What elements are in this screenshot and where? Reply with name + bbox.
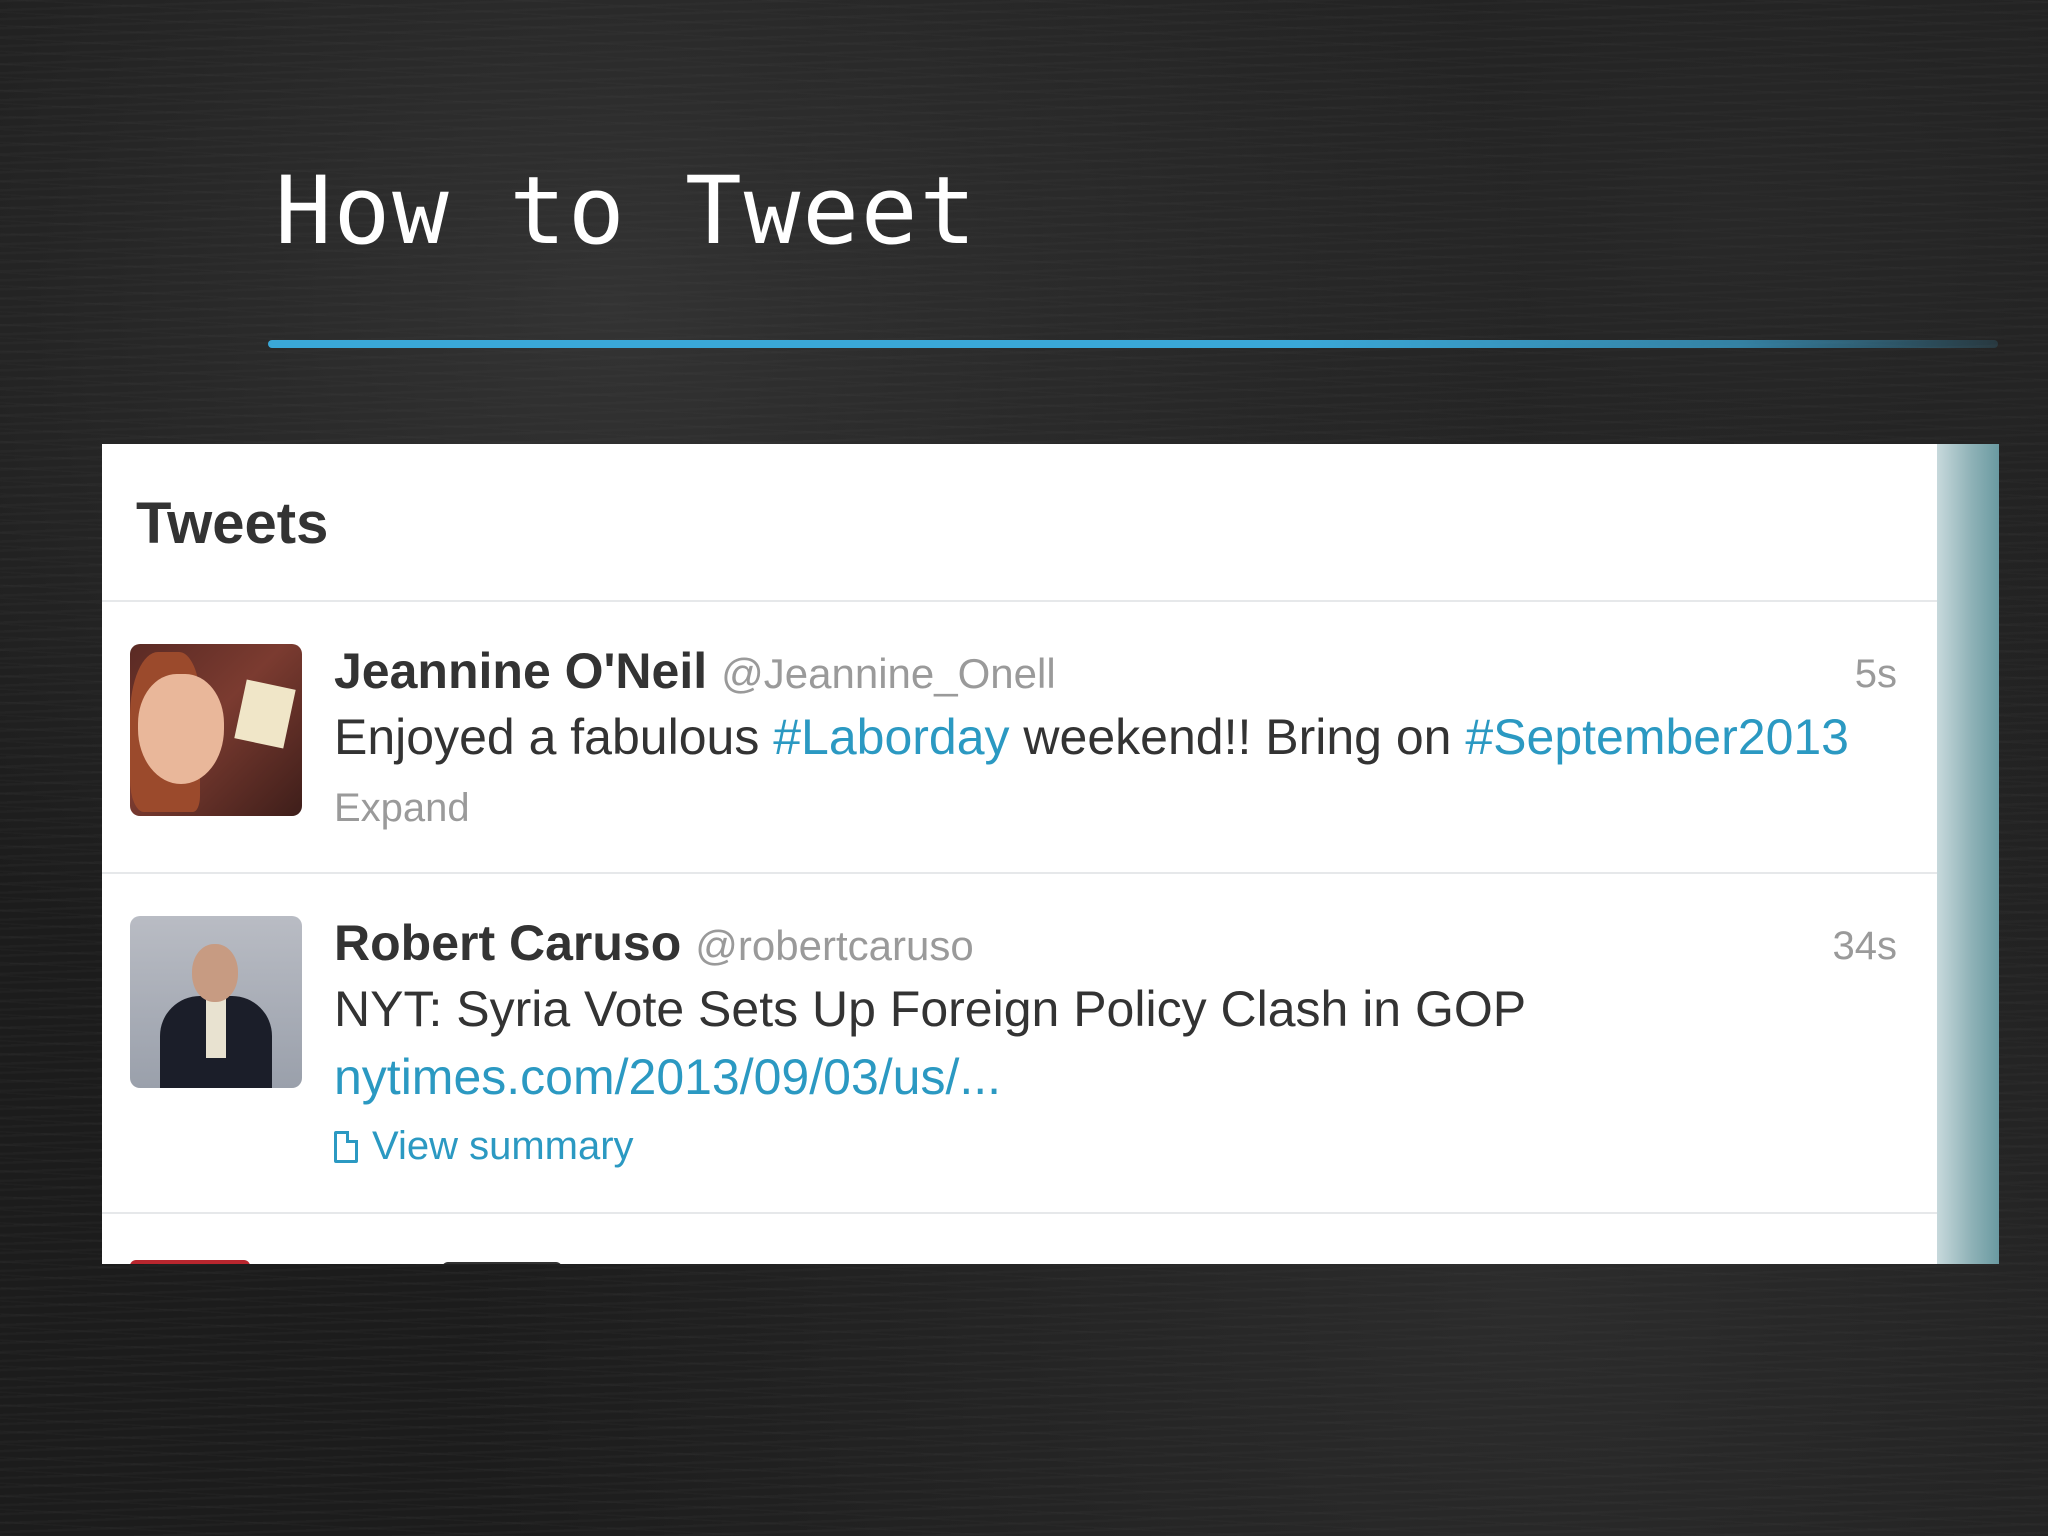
tweet-author: Jeannine O'Neil @Jeannine_Onell [334, 642, 1056, 700]
tweet-text: Enjoyed a fabulous #Laborday weekend!! B… [334, 708, 1849, 766]
slide-title: How to Tweet [275, 157, 979, 266]
tweet-author-name[interactable]: Jeannine O'Neil [334, 643, 707, 699]
hashtag-link[interactable]: #Laborday [773, 709, 1009, 765]
scrollbar[interactable] [1937, 444, 1999, 1264]
tweet-author-handle[interactable]: @Jeannine_Onell [721, 650, 1056, 697]
tweets-panel: Tweets Jeannine O'Neil @Jeannine_Onell 5s… [102, 444, 1999, 1264]
document-icon [334, 1130, 358, 1163]
tweet-timestamp[interactable]: 5s [1855, 652, 1897, 697]
tweet-author-name-clipped [442, 1262, 562, 1264]
avatar [130, 1260, 250, 1264]
tweet-author: Robert Caruso @robertcaruso [334, 914, 974, 972]
tweet-timestamp[interactable]: 34s [1833, 924, 1898, 969]
tweet-item[interactable]: Robert Caruso @robertcaruso 34s NYT: Syri… [102, 874, 1937, 1214]
avatar[interactable] [130, 644, 302, 816]
article-link[interactable]: nytimes.com/2013/09/03/us/... [334, 1048, 1001, 1106]
tweet-text-part: Enjoyed a fabulous [334, 709, 774, 765]
expand-link[interactable]: Expand [334, 786, 470, 831]
tweet-text: NYT: Syria Vote Sets Up Foreign Policy C… [334, 981, 1527, 1037]
avatar[interactable] [130, 916, 302, 1088]
tweet-item[interactable]: Jeannine O'Neil @Jeannine_Onell 5s Enjoye… [102, 602, 1937, 874]
view-summary-link[interactable]: View summary [334, 1124, 634, 1169]
tweet-author-handle[interactable]: @robertcaruso [695, 922, 973, 969]
panel-header: Tweets [102, 444, 1937, 602]
tweet-text-part: weekend!! Bring on [1009, 709, 1466, 765]
view-summary-label: View summary [372, 1124, 634, 1168]
hashtag-link[interactable]: #September2013 [1465, 709, 1849, 765]
title-underline [268, 340, 1998, 348]
tweet-author-name[interactable]: Robert Caruso [334, 915, 681, 971]
tweet-item-partial[interactable] [102, 1214, 1937, 1264]
panel-header-title: Tweets [136, 491, 329, 556]
